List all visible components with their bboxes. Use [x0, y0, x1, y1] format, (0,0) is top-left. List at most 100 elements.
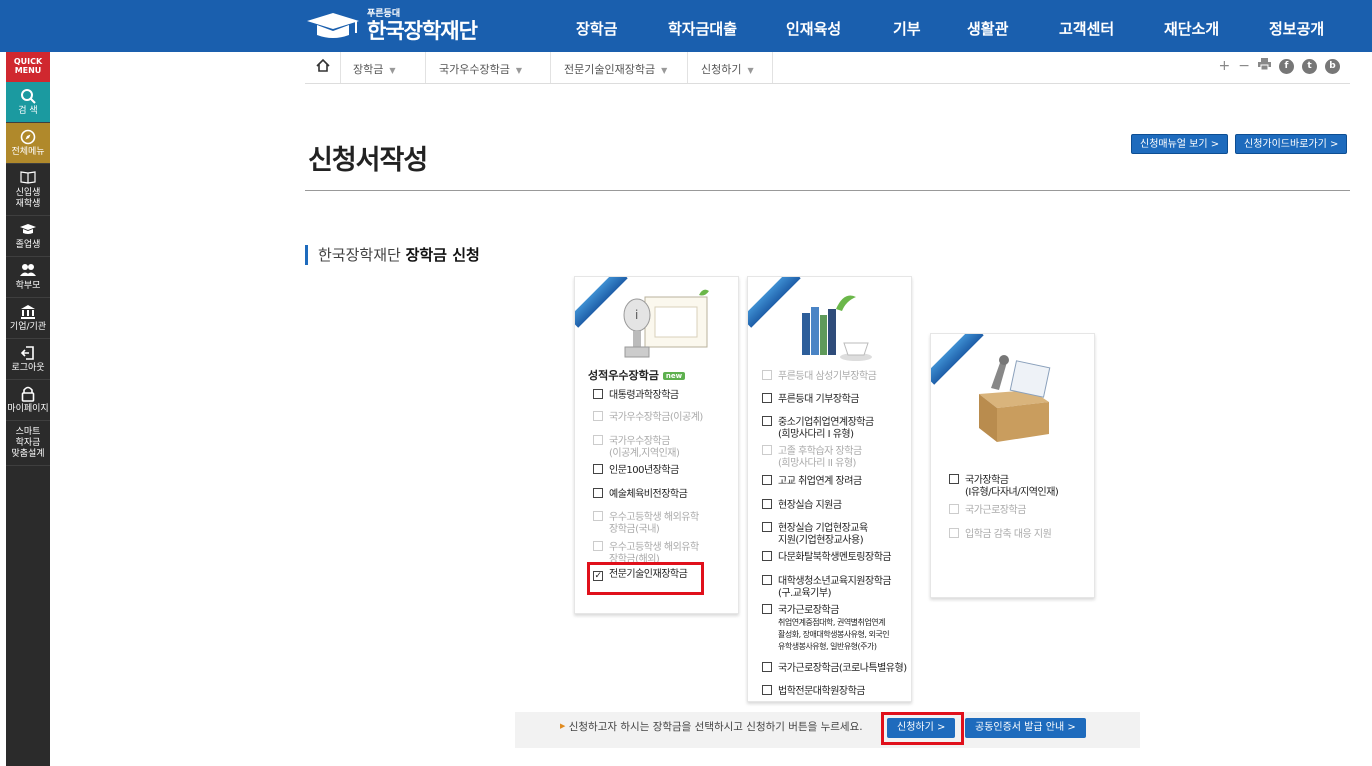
- option-sublabel: 지원(기업현장교사용): [778, 535, 864, 546]
- national-scholarship-card: 국가장학금 (I유형/다자녀/지역인재) 국가근로장학금 입학금 감축 대응 지원: [930, 333, 1095, 598]
- option-label: 다문화탈북학생멘토링장학금: [778, 552, 892, 563]
- quick-mypage[interactable]: 마이페이지: [6, 380, 50, 421]
- checkbox[interactable]: [762, 685, 772, 695]
- print-icon[interactable]: [1258, 58, 1271, 74]
- option-law-school[interactable]: 법학전문대학원장학금: [762, 685, 866, 698]
- compass-icon: [6, 129, 50, 147]
- option-label: 중소기업취업연계장학금: [778, 417, 874, 428]
- option-high-school-employment[interactable]: 고교 취업연계 장려금: [762, 475, 862, 488]
- checkbox: [949, 528, 959, 538]
- merit-category-title: 성적우수장학금 new: [588, 367, 686, 383]
- option-humanities-100[interactable]: 인문100년장학금: [593, 464, 679, 477]
- breadcrumb-scholarship[interactable]: 장학금 ▼: [353, 61, 396, 77]
- option-national-scholarship[interactable]: 국가장학금 (I유형/다자녀/지역인재): [949, 474, 1059, 499]
- quick-menu-title: QUICK MENU: [6, 52, 50, 82]
- option-presidential-science[interactable]: 대통령과학장학금: [593, 389, 679, 402]
- option-arts-sports-vision[interactable]: 예술체육비전장학금: [593, 488, 688, 501]
- checkbox[interactable]: [762, 499, 772, 509]
- nav-student-loan[interactable]: 학자금대출: [668, 18, 737, 39]
- option-sublabel: 장학금(국내): [609, 524, 660, 535]
- option-label: 국가근로장학금: [778, 605, 839, 616]
- checkbox[interactable]: [762, 575, 772, 585]
- option-youth-education[interactable]: 대학생청소년교육지원장학금 (구.교육기부): [762, 575, 892, 600]
- breadcrumb-apply-label: 신청하기: [701, 63, 742, 76]
- facebook-icon[interactable]: f: [1279, 58, 1294, 74]
- donation-scholarship-card: 푸른등대 삼성기부장학금 푸른등대 기부장학금 중소기업취업연계장학금 (희망사다…: [747, 276, 912, 702]
- breadcrumb: 장학금 ▼ 국가우수장학금 ▼ 전문기술인재장학금 ▼ 신청하기 ▼ + − f t b: [305, 52, 1350, 84]
- breadcrumb-technical-talent[interactable]: 전문기술인재장학금 ▼: [564, 61, 667, 77]
- nav-talent[interactable]: 인재육성: [786, 18, 841, 39]
- checkbox: [593, 435, 603, 445]
- new-badge: new: [662, 372, 686, 380]
- chevron-down-icon: ▼: [661, 66, 668, 75]
- section-heading-prefix: 한국장학재단: [318, 246, 406, 264]
- guide-shortcut-button[interactable]: 신청가이드바로가기 >: [1235, 134, 1348, 154]
- option-label: 푸른등대 삼성기부장학금: [778, 371, 877, 382]
- logo-graduation-cap-icon: [305, 11, 361, 41]
- option-label: 인문100년장학금: [609, 465, 679, 476]
- checkbox[interactable]: [762, 416, 772, 426]
- blog-icon[interactable]: b: [1325, 58, 1340, 74]
- quick-parents[interactable]: 학부모: [6, 257, 50, 298]
- breadcrumb-national-merit[interactable]: 국가우수장학금 ▼: [439, 61, 522, 77]
- option-field-practice[interactable]: 현장실습 지원금: [762, 499, 842, 512]
- quick-logout-label: 로그아웃: [11, 363, 45, 373]
- option-sme-employment[interactable]: 중소기업취업연계장학금 (희망사다리 I 유형): [762, 416, 874, 441]
- quick-logout[interactable]: 로그아웃: [6, 339, 50, 380]
- highlight-selected-option: [587, 562, 704, 595]
- checkbox[interactable]: [762, 551, 772, 561]
- chevron-down-icon: ▼: [747, 66, 754, 75]
- quick-corporate[interactable]: 기업/기관: [6, 298, 50, 339]
- checkbox[interactable]: [762, 393, 772, 403]
- option-sublabel: (I유형/다자녀/지역인재): [965, 487, 1059, 498]
- breadcrumb-apply[interactable]: 신청하기 ▼: [701, 61, 754, 77]
- quick-smart-plan[interactable]: 스마트 학자금 맞춤설계: [6, 421, 50, 466]
- checkbox[interactable]: [593, 389, 603, 399]
- option-samsung-donation: 푸른등대 삼성기부장학금: [762, 370, 877, 383]
- site-logo[interactable]: 푸른등대 한국장학재단: [305, 6, 478, 46]
- checkbox[interactable]: [762, 522, 772, 532]
- nav-dormitory[interactable]: 생활관: [967, 18, 1008, 39]
- section-heading: 한국장학재단 장학금 신청: [305, 245, 480, 265]
- quick-menu: QUICK MENU 검 색 전체메뉴 신입생 재학생 졸업생 학부모 기업/기…: [6, 52, 50, 766]
- search-icon: [6, 88, 50, 106]
- twitter-icon[interactable]: t: [1302, 58, 1317, 74]
- checkbox[interactable]: [762, 604, 772, 614]
- quick-graduates[interactable]: 졸업생: [6, 216, 50, 257]
- certificate-guide-button[interactable]: 공동인증서 발급 안내 >: [965, 718, 1086, 738]
- zoom-out-button[interactable]: −: [1238, 58, 1250, 74]
- nav-public-info[interactable]: 정보공개: [1269, 18, 1324, 39]
- toolbox-illustration: [979, 355, 1051, 442]
- nav-donation[interactable]: 기부: [893, 18, 921, 39]
- breadcrumb-scholarship-label: 장학금: [353, 63, 384, 76]
- nav-about[interactable]: 재단소개: [1164, 18, 1219, 39]
- quick-all-menu[interactable]: 전체메뉴: [6, 123, 50, 164]
- option-label: 국가장학금: [965, 475, 1009, 486]
- option-national-work-covid[interactable]: 국가근로장학금(코로나특별유형): [762, 662, 907, 675]
- manual-view-button[interactable]: 신청매뉴얼 보기 >: [1131, 134, 1229, 154]
- home-icon[interactable]: [315, 58, 331, 76]
- quick-search[interactable]: 검 색: [6, 82, 50, 123]
- nav-customer-center[interactable]: 고객센터: [1059, 18, 1114, 39]
- option-national-work[interactable]: 국가근로장학금 취업연계중점대학, 권역별취업연계 활성화, 장애대학생봉사유형,…: [762, 604, 890, 653]
- option-multicultural-mentoring[interactable]: 다문화탈북학생멘토링장학금: [762, 551, 892, 564]
- checkbox[interactable]: [593, 464, 603, 474]
- checkbox[interactable]: [593, 488, 603, 498]
- option-donation[interactable]: 푸른등대 기부장학금: [762, 393, 859, 406]
- option-field-practice-education[interactable]: 현장실습 기업현장교육 지원(기업현장교사용): [762, 522, 868, 547]
- option-overseas-domestic: 우수고등학생 해외유학 장학금(국내): [593, 511, 699, 536]
- quick-students[interactable]: 신입생 재학생: [6, 164, 50, 216]
- logo-subtitle: 푸른등대: [367, 9, 401, 19]
- books-coffee-illustration: [802, 295, 872, 361]
- nav-scholarship[interactable]: 장학금: [576, 18, 617, 39]
- svg-text:i: i: [635, 308, 638, 322]
- checkbox[interactable]: [762, 662, 772, 672]
- option-admission-fee-support: 입학금 감축 대응 지원: [949, 528, 1052, 541]
- logo-title: 한국장학재단: [367, 19, 478, 43]
- option-label: 국가우수장학금(이공계): [609, 412, 703, 423]
- checkbox: [593, 541, 603, 551]
- checkbox[interactable]: [762, 475, 772, 485]
- option-national-work-card3: 국가근로장학금: [949, 504, 1026, 517]
- checkbox[interactable]: [949, 474, 959, 484]
- zoom-in-button[interactable]: +: [1219, 58, 1231, 74]
